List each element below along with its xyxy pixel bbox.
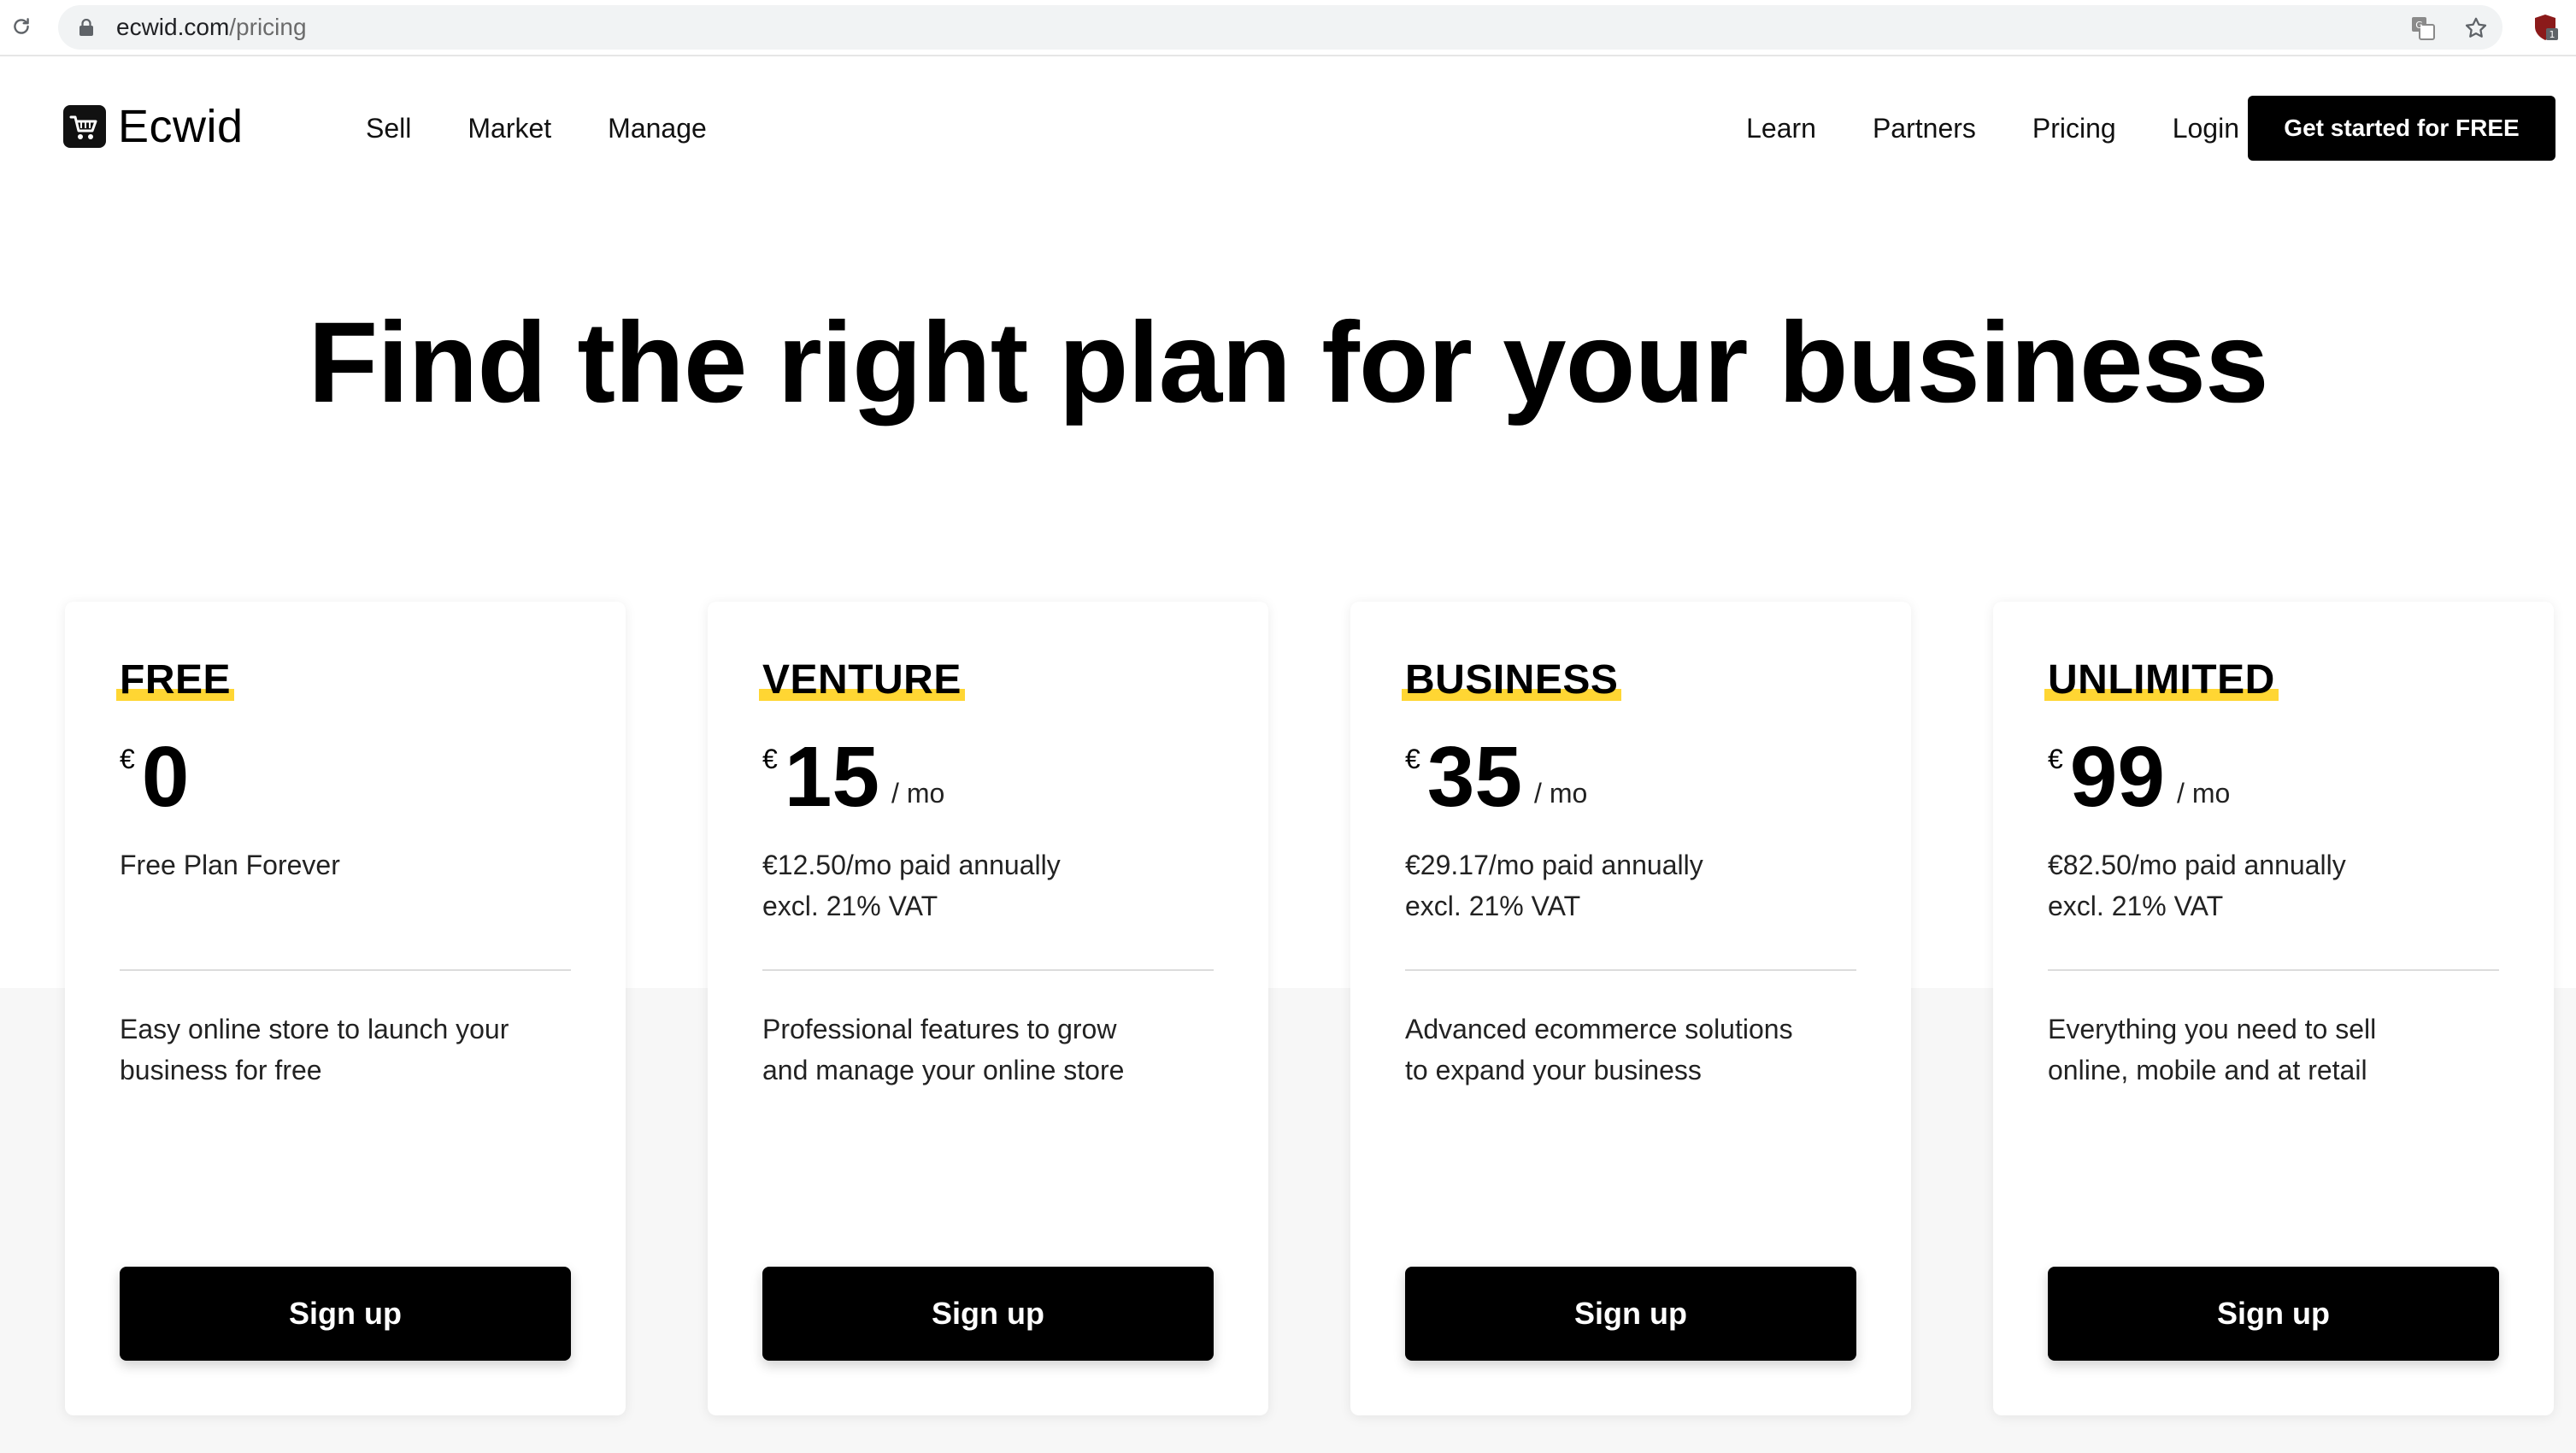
- url-host: ecwid.com: [116, 14, 230, 40]
- billing-note-line1: Free Plan Forever: [120, 850, 340, 880]
- plan-name: BUSINESS: [1401, 657, 1622, 703]
- price-amount: 99: [2069, 729, 2166, 825]
- extension-shield-icon[interactable]: 1: [2530, 12, 2561, 43]
- nav-learn[interactable]: Learn: [1746, 111, 1816, 145]
- price-amount: 35: [1426, 729, 1523, 825]
- price: € 99 / mo: [2048, 730, 2230, 824]
- primary-nav: Sell Market Manage: [366, 111, 707, 145]
- sign-up-button[interactable]: Sign up: [120, 1267, 571, 1361]
- plan-name: FREE: [115, 657, 235, 703]
- sign-up-button[interactable]: Sign up: [762, 1267, 1214, 1361]
- plan-description: Professional features to grow and manage…: [762, 1009, 1224, 1091]
- svg-text:G: G: [2415, 20, 2423, 31]
- divider: [762, 969, 1214, 971]
- nav-manage[interactable]: Manage: [608, 111, 707, 145]
- sign-up-button[interactable]: Sign up: [2048, 1267, 2499, 1361]
- plan-description-line2: business for free: [120, 1055, 322, 1085]
- billing-note: €12.50/mo paid annually excl. 21% VAT: [762, 844, 1224, 927]
- plan-name: VENTURE: [759, 657, 965, 703]
- plan-description-line1: Everything you need to sell: [2048, 1014, 2377, 1044]
- currency-symbol: €: [120, 744, 135, 774]
- nav-market[interactable]: Market: [468, 111, 551, 145]
- reload-icon[interactable]: [7, 12, 36, 41]
- price-amount: 0: [141, 729, 190, 825]
- plan-description-line2: online, mobile and at retail: [2048, 1055, 2367, 1085]
- lock-icon: [79, 18, 94, 36]
- cart-logo-icon: [63, 105, 106, 148]
- extension-badge: 1: [2550, 29, 2555, 40]
- divider: [120, 969, 571, 971]
- plan-description-line1: Advanced ecommerce solutions: [1405, 1014, 1793, 1044]
- plan-card-free: FREE € 0 Free Plan Forever Easy online s…: [65, 602, 626, 1415]
- price: € 15 / mo: [762, 730, 944, 824]
- plan-description: Advanced ecommerce solutions to expand y…: [1405, 1009, 1867, 1091]
- currency-symbol: €: [1405, 744, 1420, 774]
- translate-icon[interactable]: G: [2410, 15, 2436, 41]
- billing-note-line1: €29.17/mo paid annually: [1405, 850, 1703, 880]
- plan-description-line1: Professional features to grow: [762, 1014, 1117, 1044]
- billing-note-line1: €12.50/mo paid annually: [762, 850, 1061, 880]
- site-header: Ecwid Sell Market Manage Learn Partners …: [0, 58, 2576, 195]
- price-period: / mo: [891, 778, 945, 809]
- logo-text: Ecwid: [118, 101, 244, 152]
- plan-description-line2: to expand your business: [1405, 1055, 1702, 1085]
- pricing-plans: FREE € 0 Free Plan Forever Easy online s…: [65, 602, 2554, 1415]
- price: € 35 / mo: [1405, 730, 1587, 824]
- price-amount: 15: [784, 729, 880, 825]
- url-text: ecwid.com/pricing: [116, 14, 307, 41]
- secondary-nav: Learn Partners Pricing Login: [1746, 111, 2239, 145]
- sign-up-button[interactable]: Sign up: [1405, 1267, 1856, 1361]
- plan-name: UNLIMITED: [2044, 657, 2279, 703]
- billing-note-line2: excl. 21% VAT: [2048, 891, 2224, 921]
- plan-card-business: BUSINESS € 35 / mo €29.17/mo paid annual…: [1350, 602, 1911, 1415]
- page-title: Find the right plan for your business: [308, 299, 2268, 426]
- billing-note: €29.17/mo paid annually excl. 21% VAT: [1405, 844, 1867, 927]
- currency-symbol: €: [762, 744, 778, 774]
- plan-card-unlimited: UNLIMITED € 99 / mo €82.50/mo paid annua…: [1993, 602, 2554, 1415]
- browser-toolbar: ecwid.com/pricing G 1: [0, 0, 2576, 56]
- plan-description: Everything you need to sell online, mobi…: [2048, 1009, 2509, 1091]
- billing-note: €82.50/mo paid annually excl. 21% VAT: [2048, 844, 2509, 927]
- billing-note-line1: €82.50/mo paid annually: [2048, 850, 2346, 880]
- bookmark-star-icon[interactable]: [2463, 15, 2489, 41]
- divider: [1405, 969, 1856, 971]
- nav-partners[interactable]: Partners: [1873, 111, 1976, 145]
- nav-sell[interactable]: Sell: [366, 111, 411, 145]
- divider: [2048, 969, 2499, 971]
- plan-description: Easy online store to launch your busines…: [120, 1009, 581, 1091]
- billing-note: Free Plan Forever: [120, 844, 581, 885]
- get-started-button[interactable]: Get started for FREE: [2248, 96, 2555, 161]
- nav-login[interactable]: Login: [2173, 111, 2239, 145]
- billing-note-line2: excl. 21% VAT: [1405, 891, 1581, 921]
- billing-note-line2: excl. 21% VAT: [762, 891, 938, 921]
- url-path: /pricing: [229, 14, 307, 40]
- logo[interactable]: Ecwid: [63, 103, 244, 150]
- price: € 0: [120, 730, 201, 824]
- plan-description-line1: Easy online store to launch your: [120, 1014, 509, 1044]
- address-bar[interactable]: ecwid.com/pricing G: [58, 5, 2502, 50]
- price-period: / mo: [2177, 778, 2231, 809]
- price-period: / mo: [1534, 778, 1588, 809]
- currency-symbol: €: [2048, 744, 2063, 774]
- plan-description-line2: and manage your online store: [762, 1055, 1125, 1085]
- plan-card-venture: VENTURE € 15 / mo €12.50/mo paid annuall…: [708, 602, 1268, 1415]
- nav-pricing[interactable]: Pricing: [2032, 111, 2116, 145]
